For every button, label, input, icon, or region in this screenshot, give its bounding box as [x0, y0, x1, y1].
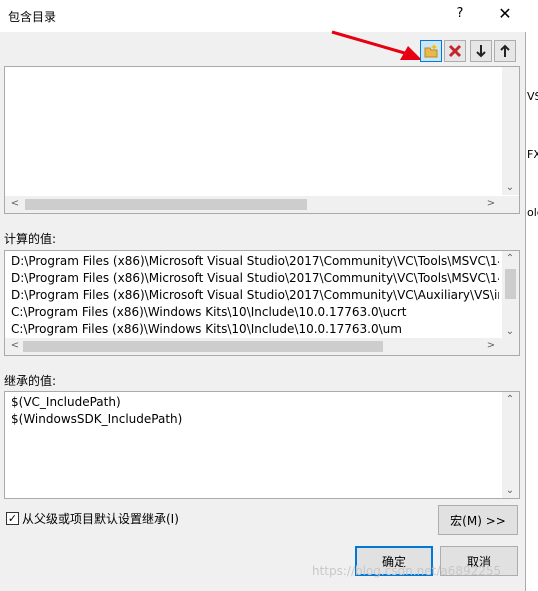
- scroll-thumb[interactable]: [25, 199, 307, 210]
- scroll-down-icon[interactable]: ⌄: [502, 326, 518, 337]
- move-up-button[interactable]: [494, 40, 516, 62]
- scroll-down-icon[interactable]: ⌄: [502, 485, 518, 496]
- delete-button[interactable]: [444, 40, 466, 62]
- new-line-icon: [424, 44, 438, 58]
- inherit-checkbox-label[interactable]: 从父级或项目默认设置继承(I): [22, 510, 179, 527]
- list-item: D:\Program Files (x86)\Microsoft Visual …: [11, 288, 499, 302]
- background-text: VS: [527, 90, 538, 103]
- macros-button[interactable]: 宏(M) >>: [438, 505, 518, 535]
- list-item: $(WindowsSDK_IncludePath): [11, 412, 183, 426]
- scroll-down-icon[interactable]: ⌄: [502, 182, 518, 193]
- move-down-button[interactable]: [470, 40, 492, 62]
- scroll-thumb[interactable]: [505, 269, 516, 299]
- delete-icon: [448, 44, 462, 58]
- scroll-left-icon[interactable]: <: [7, 340, 23, 351]
- horizontal-scrollbar[interactable]: < >: [5, 196, 519, 213]
- include-directories-dialog: 包含目录 ? ✕ ⌄ < > 计算的值: D:\Program Files (x…: [0, 0, 526, 591]
- scroll-right-icon[interactable]: >: [483, 340, 499, 351]
- vertical-scrollbar[interactable]: ⌃ ⌄: [502, 251, 519, 339]
- background-window-edge: VS FX ole: [526, 0, 538, 591]
- list-item: $(VC_IncludePath): [11, 395, 121, 409]
- list-item: D:\Program Files (x86)\Microsoft Visual …: [11, 254, 499, 268]
- list-item: D:\Program Files (x86)\Microsoft Visual …: [11, 271, 499, 285]
- background-text: FX: [527, 148, 538, 161]
- title-bar: 包含目录 ? ✕: [0, 0, 526, 32]
- move-up-icon: [500, 44, 510, 57]
- list-item: C:\Program Files (x86)\Windows Kits\10\I…: [11, 322, 402, 336]
- dialog-title: 包含目录: [8, 10, 57, 24]
- help-button[interactable]: ?: [448, 6, 472, 26]
- vertical-scrollbar[interactable]: ⌄: [502, 67, 519, 195]
- scroll-up-icon[interactable]: ⌃: [502, 394, 518, 405]
- inherited-values-list[interactable]: $(VC_IncludePath) $(WindowsSDK_IncludePa…: [4, 391, 520, 499]
- inherit-checkbox[interactable]: ✓: [6, 512, 19, 525]
- scroll-right-icon[interactable]: >: [483, 198, 499, 209]
- new-line-button[interactable]: [420, 40, 442, 62]
- watermark: https://blog.csdn.net/a6892255: [312, 564, 502, 578]
- scroll-thumb[interactable]: [23, 341, 383, 352]
- directory-edit-list[interactable]: ⌄ < >: [4, 66, 520, 214]
- computed-values-list[interactable]: D:\Program Files (x86)\Microsoft Visual …: [4, 250, 520, 356]
- scroll-up-icon[interactable]: ⌃: [502, 253, 518, 264]
- vertical-scrollbar[interactable]: ⌃ ⌄: [502, 392, 519, 498]
- move-down-icon: [476, 45, 486, 58]
- background-text: ole: [527, 206, 538, 219]
- computed-values-label: 计算的值:: [4, 232, 57, 246]
- scroll-left-icon[interactable]: <: [7, 198, 23, 209]
- inherited-values-label: 继承的值:: [4, 374, 57, 388]
- close-button[interactable]: ✕: [492, 4, 518, 26]
- list-item: C:\Program Files (x86)\Windows Kits\10\I…: [11, 305, 407, 319]
- horizontal-scrollbar[interactable]: < >: [5, 338, 519, 355]
- annotation-arrow: [331, 30, 422, 60]
